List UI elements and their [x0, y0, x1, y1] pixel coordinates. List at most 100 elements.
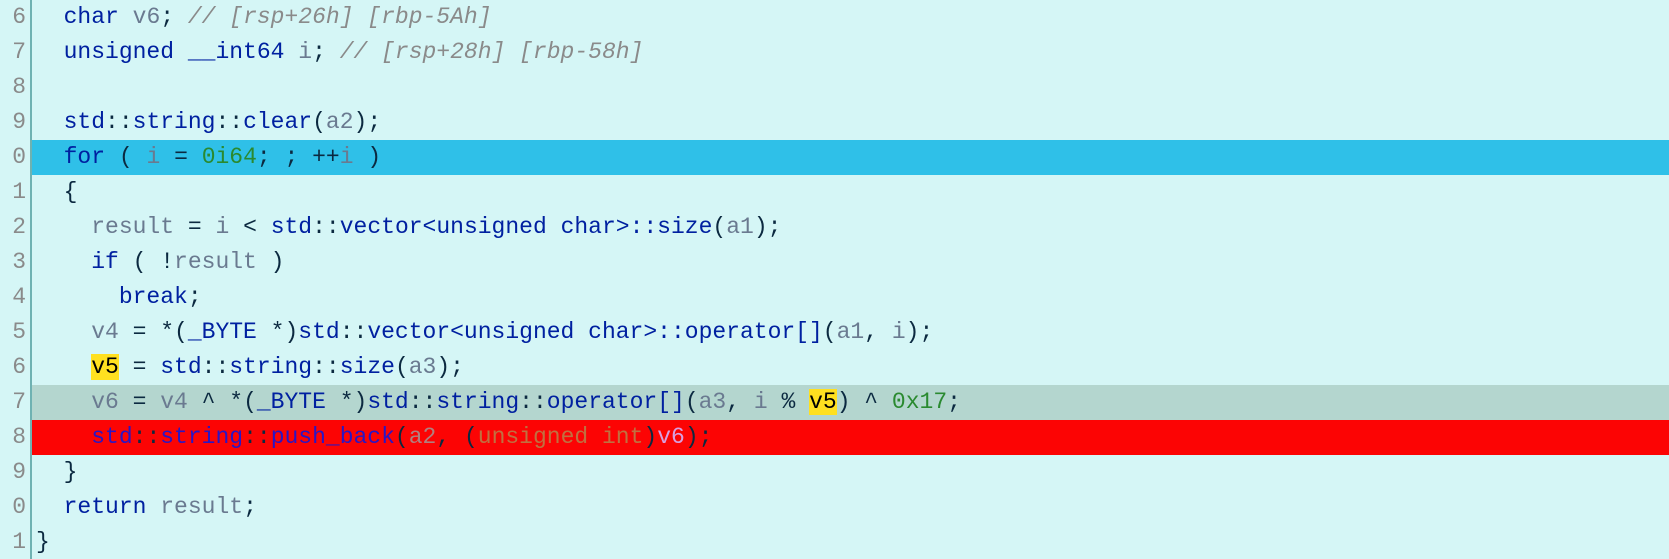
code-token	[36, 39, 64, 65]
code-line[interactable]	[32, 70, 1669, 105]
line-number: 9	[0, 105, 26, 140]
code-token: );	[436, 354, 464, 380]
code-token: v6	[657, 424, 685, 450]
code-token	[36, 214, 91, 240]
decompiler-view[interactable]: 6789012345678901 char v6; // [rsp+26h] […	[0, 0, 1669, 559]
code-token: i	[215, 214, 229, 240]
code-token: ::	[133, 424, 161, 450]
code-token: ;	[947, 389, 961, 415]
line-number: 1	[0, 175, 26, 210]
code-line[interactable]: }	[32, 525, 1669, 559]
code-line[interactable]: for ( i = 0i64; ; ++i )	[32, 140, 1669, 175]
code-token: ,	[726, 389, 754, 415]
code-token: )	[643, 424, 657, 450]
code-token: (	[712, 214, 726, 240]
code-token: v4	[91, 319, 119, 345]
code-token: 0i64	[202, 144, 257, 170]
code-line[interactable]: {	[32, 175, 1669, 210]
code-token: ( !	[119, 249, 174, 275]
code-token: );	[354, 109, 382, 135]
code-token: %	[768, 389, 809, 415]
code-token: (	[685, 389, 699, 415]
code-area[interactable]: char v6; // [rsp+26h] [rbp-5Ah] unsigned…	[32, 0, 1669, 559]
code-token	[119, 4, 133, 30]
code-token: ,	[864, 319, 892, 345]
line-number: 3	[0, 245, 26, 280]
line-number: 6	[0, 350, 26, 385]
code-token: {	[36, 179, 77, 205]
code-token: push_back	[271, 424, 395, 450]
code-token: );	[685, 424, 713, 450]
code-token: ) ^	[837, 389, 892, 415]
code-token	[36, 494, 64, 520]
code-token: );	[754, 214, 782, 240]
code-line[interactable]: return result;	[32, 490, 1669, 525]
code-token	[36, 354, 91, 380]
code-token: i	[340, 144, 354, 170]
code-line[interactable]: std::string::push_back(a2, (unsigned int…	[32, 420, 1669, 455]
code-line[interactable]: v6 = v4 ^ *(_BYTE *)std::string::operato…	[32, 385, 1669, 420]
code-token: string	[133, 109, 216, 135]
code-token: i	[298, 39, 312, 65]
code-token: ::	[243, 424, 271, 450]
code-token: a1	[726, 214, 754, 240]
code-token: a3	[699, 389, 727, 415]
line-number: 8	[0, 420, 26, 455]
code-token: ::	[105, 109, 133, 135]
code-token: <	[229, 214, 270, 240]
code-token	[36, 249, 91, 275]
code-token: ::	[215, 109, 243, 135]
code-token: ::	[202, 354, 230, 380]
line-number: 7	[0, 385, 26, 420]
code-token: // [rsp+26h] [rbp-5Ah]	[188, 4, 492, 30]
line-number: 1	[0, 525, 26, 559]
code-token: }	[36, 459, 77, 485]
line-number: 0	[0, 490, 26, 525]
code-line[interactable]: v4 = *(_BYTE *)std::vector<unsigned char…	[32, 315, 1669, 350]
code-line[interactable]: }	[32, 455, 1669, 490]
line-number: 7	[0, 35, 26, 70]
code-token: i	[754, 389, 768, 415]
code-token: (	[312, 109, 326, 135]
code-token: =	[119, 354, 160, 380]
code-token: unsigned int	[478, 424, 644, 450]
code-token: _BYTE	[188, 319, 257, 345]
code-token: std	[64, 109, 105, 135]
code-token: (	[823, 319, 837, 345]
line-number: 4	[0, 280, 26, 315]
code-token: ^ *(	[188, 389, 257, 415]
code-token: result	[174, 249, 257, 275]
code-token: (	[395, 354, 409, 380]
code-token: __int64	[188, 39, 285, 65]
code-token: string	[229, 354, 312, 380]
code-line[interactable]: char v6; // [rsp+26h] [rbp-5Ah]	[32, 0, 1669, 35]
code-line[interactable]: if ( !result )	[32, 245, 1669, 280]
code-token: a2	[409, 424, 437, 450]
code-line[interactable]: unsigned __int64 i; // [rsp+28h] [rbp-58…	[32, 35, 1669, 70]
code-token: if	[91, 249, 119, 275]
code-line[interactable]: std::string::clear(a2);	[32, 105, 1669, 140]
code-line[interactable]: v5 = std::string::size(a3);	[32, 350, 1669, 385]
code-token: (	[395, 424, 409, 450]
code-token	[36, 144, 64, 170]
code-token	[36, 284, 119, 310]
code-token: string	[436, 389, 519, 415]
code-token: string	[160, 424, 243, 450]
code-token: operator[]	[547, 389, 685, 415]
code-token: std	[91, 424, 132, 450]
code-line[interactable]: result = i < std::vector<unsigned char>:…	[32, 210, 1669, 245]
line-number: 8	[0, 70, 26, 105]
code-token: result	[160, 494, 243, 520]
code-token: a3	[409, 354, 437, 380]
code-token: return	[64, 494, 147, 520]
code-token: =	[174, 214, 215, 240]
code-line[interactable]: break;	[32, 280, 1669, 315]
code-token: ;	[312, 39, 340, 65]
code-token: ; ; ++	[257, 144, 340, 170]
code-token	[36, 424, 91, 450]
code-token	[36, 389, 91, 415]
code-token: ::	[519, 389, 547, 415]
code-token	[174, 39, 188, 65]
code-token: vector<unsigned char>::size	[340, 214, 713, 240]
code-token	[146, 494, 160, 520]
